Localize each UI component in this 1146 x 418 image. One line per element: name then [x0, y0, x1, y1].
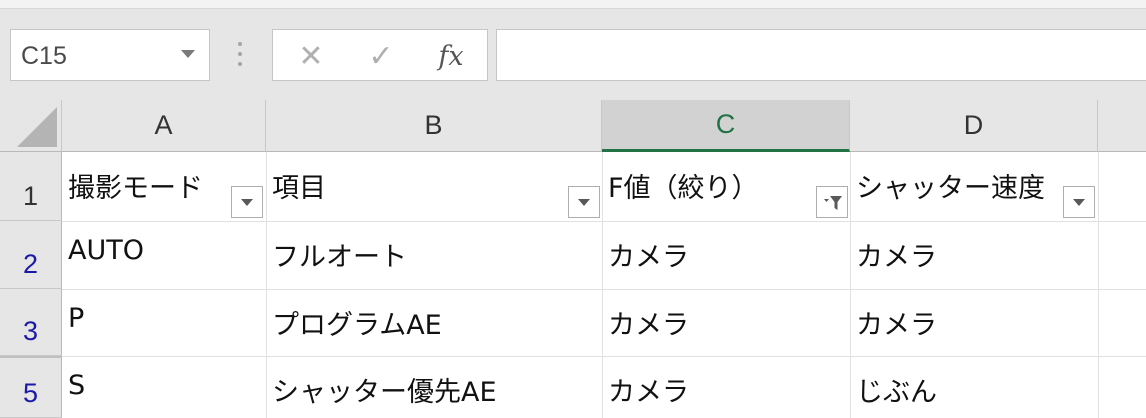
column-header-d[interactable]: D [850, 100, 1098, 152]
row-header-1[interactable]: 1 [0, 152, 62, 221]
row-header-2[interactable]: 2 [0, 221, 62, 289]
chevron-down-icon [241, 199, 253, 206]
cancel-icon[interactable]: ✕ [281, 36, 341, 76]
enter-icon[interactable]: ✓ [351, 36, 411, 76]
resize-grip-icon[interactable] [237, 42, 243, 70]
cell-d1[interactable]: シャッター速度 [856, 166, 1045, 205]
filter-dropdown-b[interactable] [568, 186, 600, 218]
name-box[interactable]: C15 [10, 29, 210, 81]
filter-applied-icon [824, 196, 842, 210]
ribbon-edge [0, 0, 1146, 9]
column-header-c[interactable]: C [602, 100, 850, 152]
cell-a1[interactable]: 撮影モード [68, 166, 203, 205]
cell-a2[interactable]: AUTO [68, 235, 144, 266]
cell-d3[interactable]: カメラ [856, 303, 937, 342]
column-header-a[interactable]: A [62, 100, 266, 152]
row-header-5[interactable]: 5 [0, 356, 62, 418]
cell-a5[interactable]: S [68, 370, 85, 401]
row-header-3[interactable]: 3 [0, 289, 62, 356]
formula-bar[interactable] [496, 29, 1146, 81]
cell-b1[interactable]: 項目 [272, 166, 326, 205]
chevron-down-icon[interactable] [181, 50, 195, 58]
cell-c3[interactable]: カメラ [608, 303, 689, 342]
select-all-corner[interactable] [0, 100, 62, 152]
formula-buttons: ✕ ✓ fx [272, 29, 488, 81]
cell-b3[interactable]: プログラムAE [272, 303, 442, 342]
cell-d5[interactable]: じぶん [856, 370, 937, 409]
cell-c2[interactable]: カメラ [608, 235, 689, 274]
cell-d2[interactable]: カメラ [856, 235, 937, 274]
cell-b2[interactable]: フルオート [272, 235, 407, 274]
name-box-value: C15 [21, 42, 67, 70]
cell-a3[interactable]: P [68, 303, 84, 334]
filter-dropdown-a[interactable] [231, 186, 263, 218]
column-header-b[interactable]: B [266, 100, 602, 152]
cell-c5[interactable]: カメラ [608, 370, 689, 409]
formula-toolbar: C15 ✕ ✓ fx [0, 0, 1146, 100]
chevron-down-icon [578, 199, 590, 206]
filter-dropdown-d[interactable] [1063, 186, 1095, 218]
filter-dropdown-c[interactable] [816, 186, 848, 218]
chevron-down-icon [1073, 199, 1085, 206]
cell-c1[interactable]: F値（絞り） [608, 166, 759, 205]
cell-b5[interactable]: シャッター優先AE [272, 370, 497, 409]
column-header-e[interactable] [1098, 100, 1146, 152]
insert-function-icon[interactable]: fx [421, 36, 481, 76]
